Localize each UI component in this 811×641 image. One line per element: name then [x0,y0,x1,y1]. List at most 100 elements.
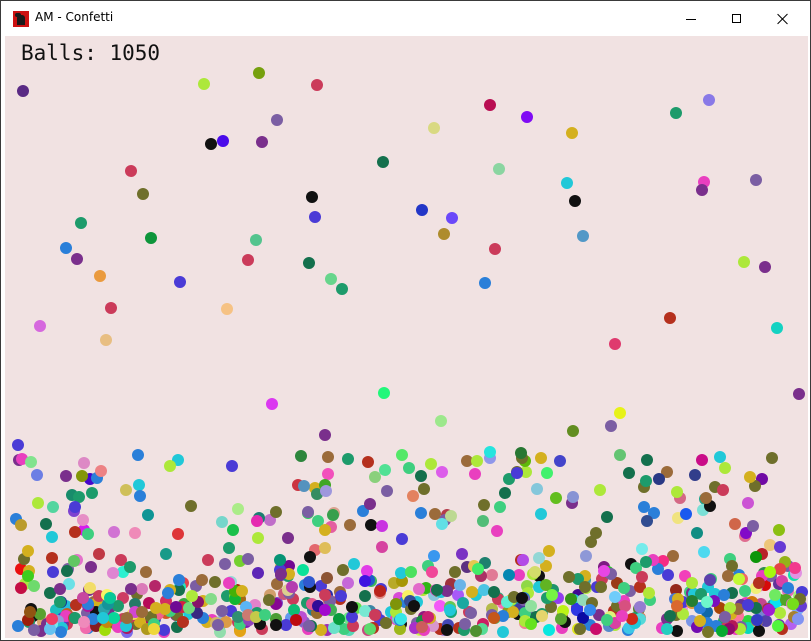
confetti-ball [446,212,458,224]
confetti-ball [164,460,176,472]
confetti-ball [149,580,161,592]
confetti-ball [729,518,741,530]
confetti-ball [584,604,596,616]
confetti-ball [162,587,174,599]
confetti-ball [311,79,323,91]
confetti-ball [61,565,73,577]
confetti-ball [336,283,348,295]
confetti-ball [436,466,448,478]
confetti-ball [202,554,214,566]
confetti-ball [369,471,381,483]
confetti-ball [418,483,430,495]
confetti-ball [60,242,72,254]
confetti-ball [566,127,578,139]
confetti-ball [616,610,628,622]
confetti-ball [541,467,553,479]
confetti-ball [408,600,420,612]
confetti-ball [25,456,37,468]
confetti-ball [259,609,271,621]
confetti-ball [618,582,630,594]
confetti-ball [71,253,83,265]
app-icon[interactable] [13,11,29,27]
confetti-ball [753,625,765,637]
confetti-ball [290,614,302,626]
confetti-ball [661,623,673,635]
confetti-ball [125,165,137,177]
close-icon [777,13,789,25]
confetti-ball [503,569,515,581]
confetti-ball [322,451,334,463]
confetti-ball [696,454,708,466]
confetti-ball [374,585,386,597]
confetti-ball [46,552,58,564]
confetti-ball [497,626,509,638]
confetti-ball [232,503,244,515]
confetti-ball [378,387,390,399]
confetti-ball [376,520,388,532]
confetti-ball [477,515,489,527]
confetti-ball [488,586,500,598]
confetti-ball [369,609,381,621]
maximize-button[interactable] [714,1,760,35]
confetti-ball [653,473,665,485]
confetti-ball [319,542,331,554]
confetti-ball [486,569,498,581]
confetti-ball [140,566,152,578]
confetti-ball [739,585,751,597]
confetti-ball [219,558,231,570]
confetti-ball [598,565,610,577]
confetti-ball [561,177,573,189]
confetti-ball [563,571,575,583]
confetti-ball [93,548,105,560]
confetti-ball [362,456,374,468]
confetti-ball [521,111,533,123]
confetti-ball [226,460,238,472]
confetti-ball [78,457,90,469]
confetti-ball [34,320,46,332]
confetti-ball [125,583,137,595]
confetti-ball [198,78,210,90]
app-window: AM - Confetti Balls: 1050 [0,0,811,641]
confetti-ball [282,532,294,544]
confetti-ball [449,566,461,578]
confetti-ball [160,548,172,560]
confetti-ball [177,616,189,628]
close-button[interactable] [760,1,806,35]
confetti-ball [525,600,537,612]
confetti-ball [337,564,349,576]
confetti-ball [346,601,358,613]
confetti-ball [614,407,626,419]
confetti-ball [15,582,27,594]
confetti-ball [601,614,613,626]
confetti-ball [567,491,579,503]
title-bar[interactable]: AM - Confetti [1,1,810,35]
confetti-canvas[interactable]: Balls: 1050 [5,36,808,638]
confetti-ball [263,594,275,606]
confetti-ball [641,454,653,466]
confetti-ball [750,174,762,186]
confetti-ball [77,514,89,526]
minimize-button[interactable] [668,1,714,35]
confetti-ball [390,598,402,610]
confetti-ball [555,613,567,625]
confetti-ball [793,388,805,400]
confetti-ball [145,232,157,244]
confetti-ball [32,497,44,509]
confetti-ball [319,524,331,536]
confetti-ball [47,566,59,578]
confetti-ball [333,613,345,625]
confetti-ball [54,583,66,595]
confetti-ball [733,573,745,585]
confetti-ball [342,577,354,589]
confetti-ball [484,99,496,111]
confetti-ball [719,611,731,623]
confetti-ball [787,598,799,610]
confetti-ball [28,624,40,636]
confetti-ball [108,612,120,624]
confetti-ball [569,195,581,207]
confetti-ball [359,575,371,587]
confetti-ball [640,475,652,487]
confetti-ball [344,519,356,531]
confetti-ball [457,597,469,609]
confetti-ball [286,581,298,593]
